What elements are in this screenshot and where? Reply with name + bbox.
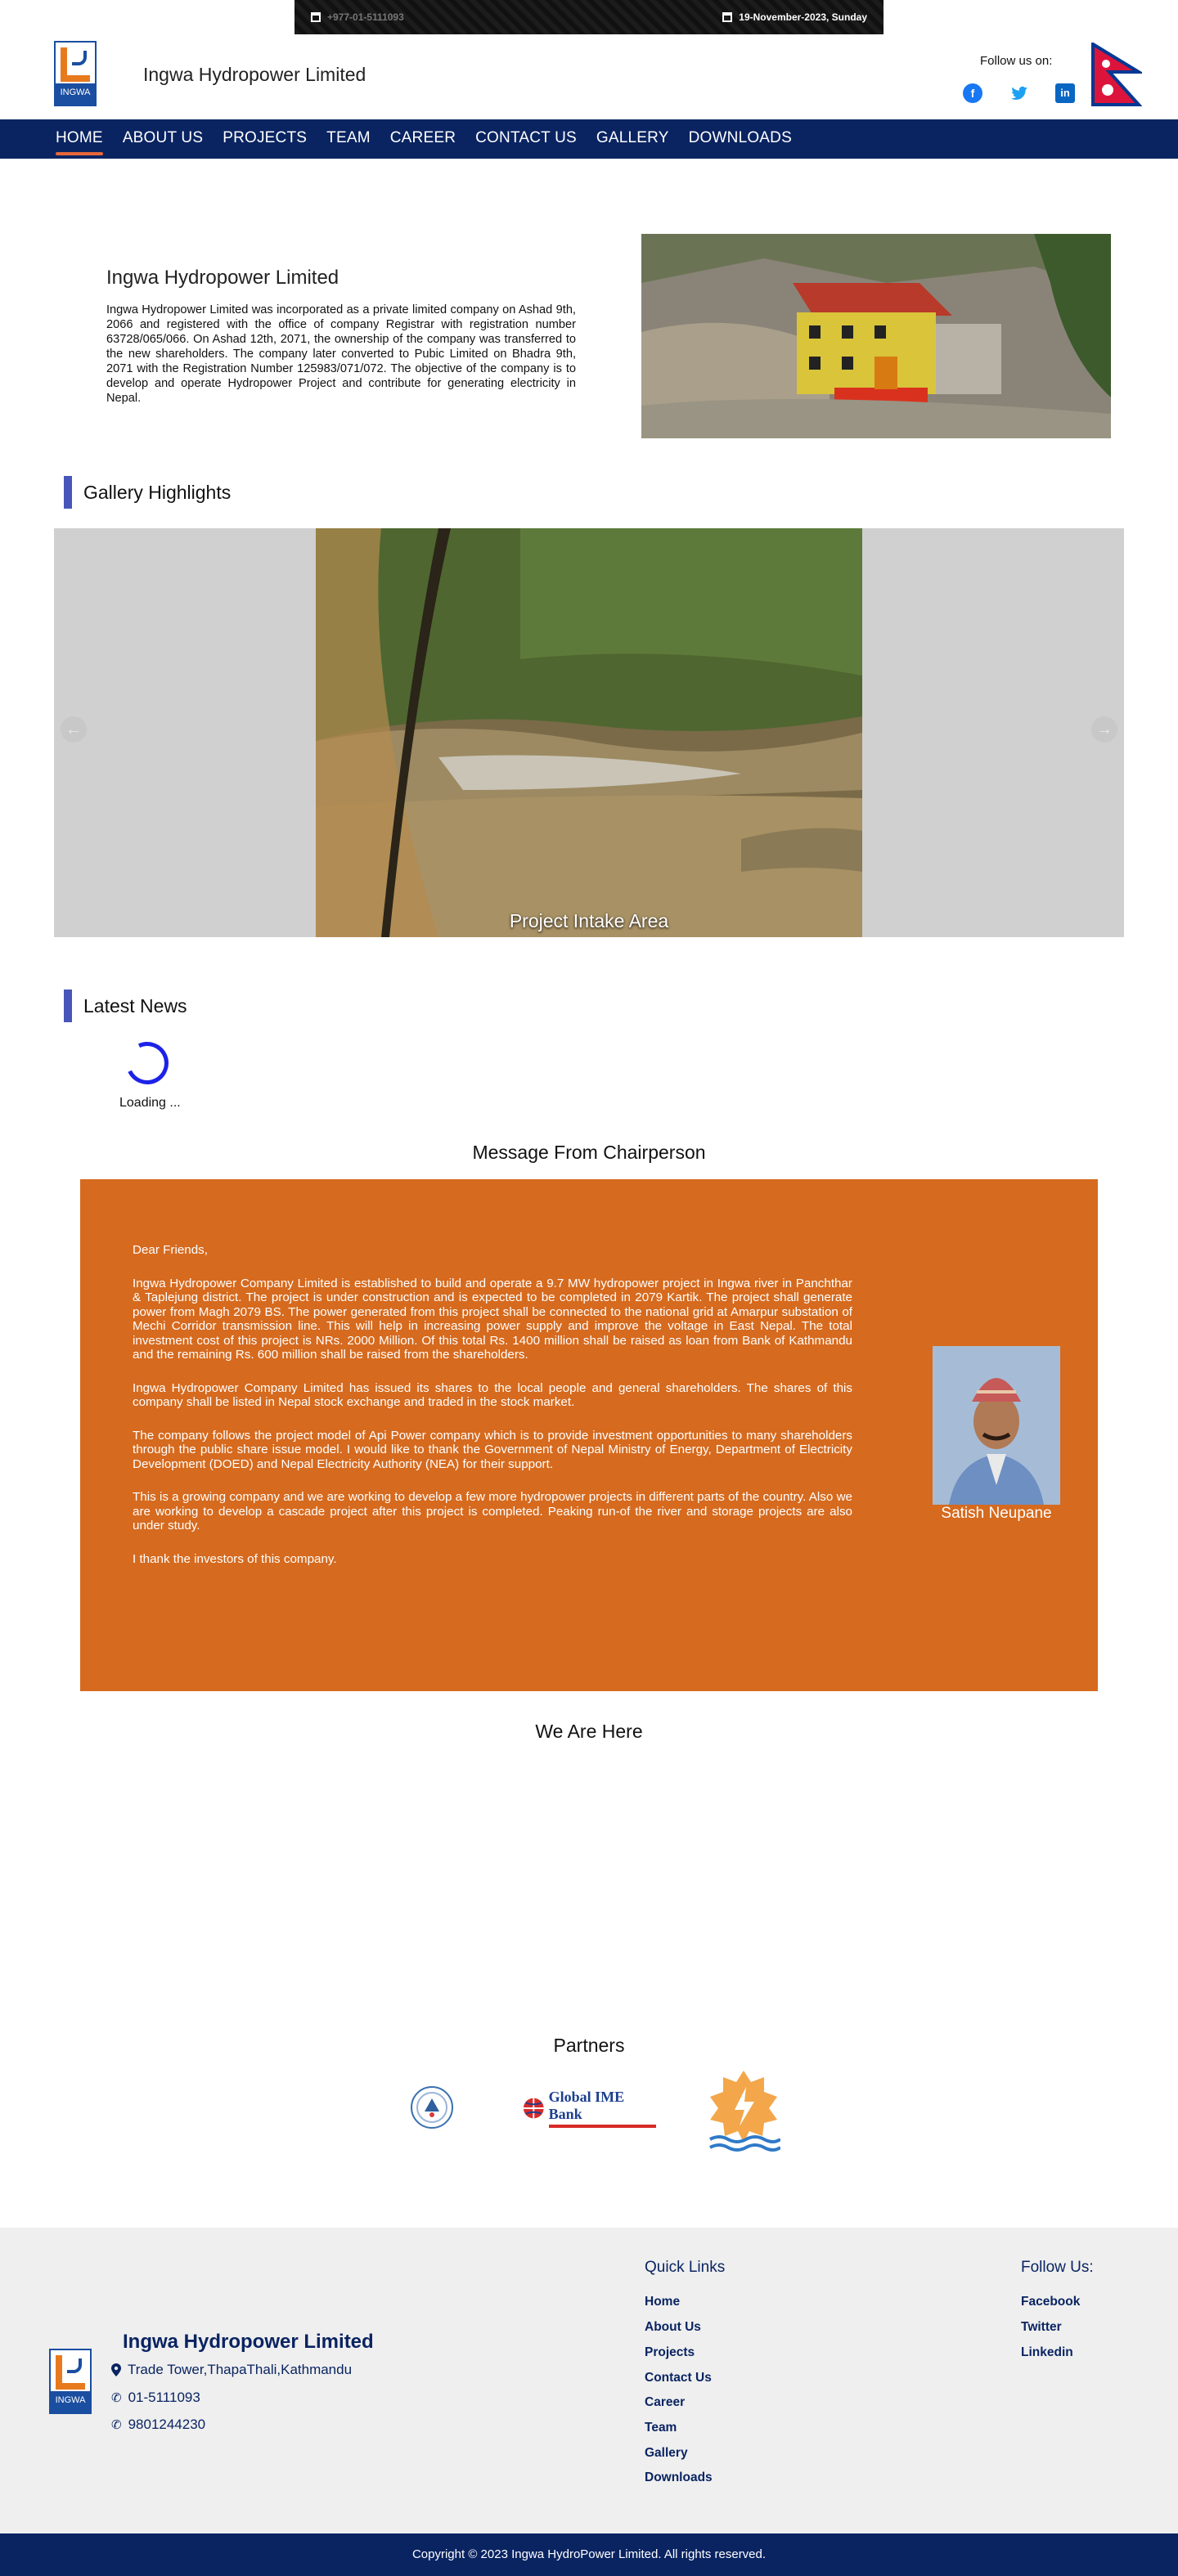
hydropower-sun-logo[interactable]	[707, 2069, 782, 2154]
section-bar	[64, 990, 72, 1022]
powerhouse-image	[641, 234, 1111, 438]
footer-link-facebook[interactable]: Facebook	[1021, 2295, 1080, 2309]
site-title: Ingwa Hydropower Limited	[143, 64, 366, 85]
footer-link-career[interactable]: Career	[645, 2395, 685, 2410]
footer-link-twitter[interactable]: Twitter	[1021, 2320, 1062, 2335]
gallery-next-button[interactable]: →	[1091, 716, 1117, 743]
date-text: 19-November-2023, Sunday	[739, 11, 867, 23]
footer-link-gallery[interactable]: Gallery	[645, 2446, 688, 2461]
footer-phone-1-text[interactable]: 01-5111093	[128, 2390, 200, 2406]
chair-message-text: Dear Friends, Ingwa Hydropower Company L…	[133, 1243, 852, 1585]
chair-paragraph: The company follows the project model of…	[133, 1428, 852, 1471]
copyright-bar: Copyright © 2023 Ingwa HydroPower Limite…	[0, 2533, 1178, 2576]
global-ime-globe-icon	[523, 2098, 544, 2119]
global-ime-bank-logo[interactable]: Global IME Bank	[522, 2089, 656, 2128]
nav-career[interactable]: CAREER	[390, 129, 456, 152]
quick-links-heading: Quick Links	[645, 2259, 726, 2276]
footer-link-downloads[interactable]: Downloads	[645, 2471, 713, 2485]
logo-text: INGWA	[51, 2391, 90, 2412]
about-text: Ingwa Hydropower Limited was incorporate…	[106, 303, 576, 405]
company-logo[interactable]: INGWA	[54, 41, 97, 106]
linkedin-icon[interactable]: in	[1055, 83, 1075, 103]
footer-link-projects[interactable]: Projects	[645, 2345, 695, 2360]
footer-address-text: Trade Tower,ThapaThali,Kathmandu	[128, 2362, 353, 2377]
nav-home[interactable]: HOME	[56, 129, 103, 155]
phone-info: +977-01-5111093	[311, 11, 404, 23]
gallery-slide-image: Project Intake Area	[316, 528, 862, 937]
chair-paragraph: I thank the investors of this company.	[133, 1551, 337, 1566]
footer-phone-2: ✆ 9801244230	[111, 2417, 205, 2433]
news-heading-label: Latest News	[83, 994, 187, 1016]
gallery-carousel: Project Intake Area ← →	[54, 528, 1124, 937]
map-embed[interactable]	[80, 1758, 1098, 2004]
nav-downloads[interactable]: DOWNLOADS	[689, 129, 792, 152]
news-heading: Latest News	[64, 990, 187, 1022]
follow-us-heading: Follow Us:	[1021, 2259, 1094, 2276]
footer-link-team[interactable]: Team	[645, 2421, 677, 2435]
top-info-strip: +977-01-5111093 19-November-2023, Sunday	[294, 0, 884, 34]
nav-about-us[interactable]: ABOUT US	[123, 129, 203, 152]
follow-label: Follow us on:	[980, 54, 1053, 68]
loading-text: Loading ...	[119, 1096, 181, 1110]
footer-link-about-us[interactable]: About Us	[645, 2320, 701, 2335]
footer-logo[interactable]: INGWA	[49, 2349, 92, 2414]
phone-icon: ✆	[111, 2391, 122, 2405]
partner-name: Global IME Bank	[548, 2089, 625, 2122]
nav-projects[interactable]: PROJECTS	[223, 129, 307, 152]
footer-address: Trade Tower,ThapaThali,Kathmandu	[111, 2362, 352, 2378]
gallery-heading-label: Gallery Highlights	[83, 481, 232, 503]
date-info: 19-November-2023, Sunday	[722, 11, 867, 23]
chair-paragraph: Dear Friends,	[133, 1243, 209, 1257]
gallery-prev-button[interactable]: ←	[61, 716, 87, 743]
footer-phone-2-text[interactable]: 9801244230	[128, 2417, 206, 2433]
nepal-flag-icon	[1091, 43, 1142, 106]
about-title: Ingwa Hydropower Limited	[106, 267, 339, 289]
chair-message-box: Dear Friends, Ingwa Hydropower Company L…	[80, 1179, 1098, 1691]
map-heading: We Are Here	[535, 1721, 643, 1742]
chair-paragraph: This is a growing company and we are wor…	[133, 1490, 852, 1533]
loading-spinner-icon	[119, 1035, 175, 1091]
footer-link-home[interactable]: Home	[645, 2295, 680, 2309]
chair-paragraph: Ingwa Hydropower Company Limited is esta…	[133, 1276, 852, 1362]
phone-text: +977-01-5111093	[327, 11, 404, 23]
chairperson-photo	[933, 1346, 1060, 1505]
calendar-icon	[722, 12, 733, 22]
logo-text: INGWA	[56, 83, 95, 105]
twitter-icon[interactable]	[1009, 83, 1029, 103]
chairperson-name: Satish Neupane	[941, 1505, 1052, 1522]
calendar-icon	[311, 12, 321, 22]
phone-icon: ✆	[111, 2418, 122, 2432]
chair-paragraph: Ingwa Hydropower Company Limited has iss…	[133, 1380, 852, 1410]
footer-link-contact-us[interactable]: Contact Us	[645, 2371, 712, 2385]
gallery-heading: Gallery Highlights	[64, 476, 231, 509]
government-emblem-icon[interactable]	[410, 2085, 454, 2129]
location-pin-icon	[111, 2363, 121, 2376]
gallery-caption: Project Intake Area	[509, 910, 669, 931]
chair-heading: Message From Chairperson	[472, 1142, 706, 1163]
footer-phone-1: ✆ 01-5111093	[111, 2390, 200, 2406]
facebook-icon[interactable]: f	[963, 83, 982, 103]
nav-contact-us[interactable]: CONTACT US	[475, 129, 577, 152]
nav-gallery[interactable]: GALLERY	[596, 129, 669, 152]
footer-company-name: Ingwa Hydropower Limited	[123, 2331, 374, 2353]
footer	[0, 2228, 1178, 2533]
nav-team[interactable]: TEAM	[326, 129, 371, 152]
partners-heading: Partners	[553, 2035, 625, 2056]
footer-link-linkedin[interactable]: Linkedin	[1021, 2345, 1073, 2360]
section-bar	[64, 476, 72, 509]
main-navigation: HOME ABOUT US PROJECTS TEAM CAREER CONTA…	[0, 119, 1178, 159]
